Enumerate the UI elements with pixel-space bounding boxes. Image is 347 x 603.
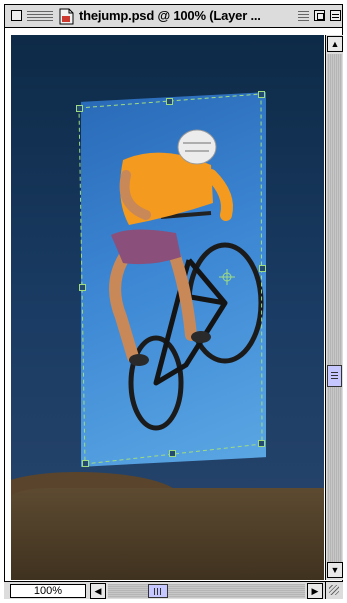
horizontal-scroll-track[interactable]: [108, 584, 305, 598]
transform-handle-bottom[interactable]: [169, 450, 176, 457]
scroll-right-arrow-icon[interactable]: ▶: [307, 583, 323, 599]
transform-handle-top-left[interactable]: [76, 105, 83, 112]
horizontal-scrollbar[interactable]: 100% ◀ ▶: [4, 581, 325, 599]
zoom-box-icon[interactable]: [314, 10, 325, 21]
transform-handle-bottom-left[interactable]: [82, 460, 89, 467]
transform-handle-right[interactable]: [259, 265, 266, 272]
resize-grip-icon[interactable]: [325, 581, 343, 599]
scroll-left-arrow-icon[interactable]: ◀: [90, 583, 106, 599]
zoom-level-field[interactable]: 100%: [10, 584, 86, 598]
document-window: thejump.psd @ 100% (Layer ... ▲ ▼ 100% ◀…: [0, 0, 347, 603]
horizontal-scroll-thumb[interactable]: [148, 584, 168, 598]
title-bar-stripes: [27, 11, 53, 23]
collapse-box-icon[interactable]: [330, 10, 341, 21]
vertical-scroll-thumb[interactable]: [327, 365, 342, 387]
transform-handle-top-right[interactable]: [258, 91, 265, 98]
document-icon: [59, 8, 74, 25]
scroll-down-arrow-icon[interactable]: ▼: [327, 562, 343, 578]
scroll-up-arrow-icon[interactable]: ▲: [327, 36, 343, 52]
title-bar[interactable]: thejump.psd @ 100% (Layer ...: [4, 4, 343, 28]
transform-handle-top[interactable]: [166, 98, 173, 105]
transform-handle-left[interactable]: [79, 284, 86, 291]
vertical-scroll-track[interactable]: [327, 54, 342, 562]
free-transform-box[interactable]: [11, 35, 324, 580]
vertical-scrollbar[interactable]: ▲ ▼: [325, 35, 343, 580]
window-title: thejump.psd @ 100% (Layer ...: [79, 8, 261, 23]
transform-handle-bottom-right[interactable]: [258, 440, 265, 447]
title-bar-stripes-right: [298, 11, 309, 23]
close-box-icon[interactable]: [11, 10, 22, 21]
document-canvas[interactable]: [11, 35, 324, 580]
